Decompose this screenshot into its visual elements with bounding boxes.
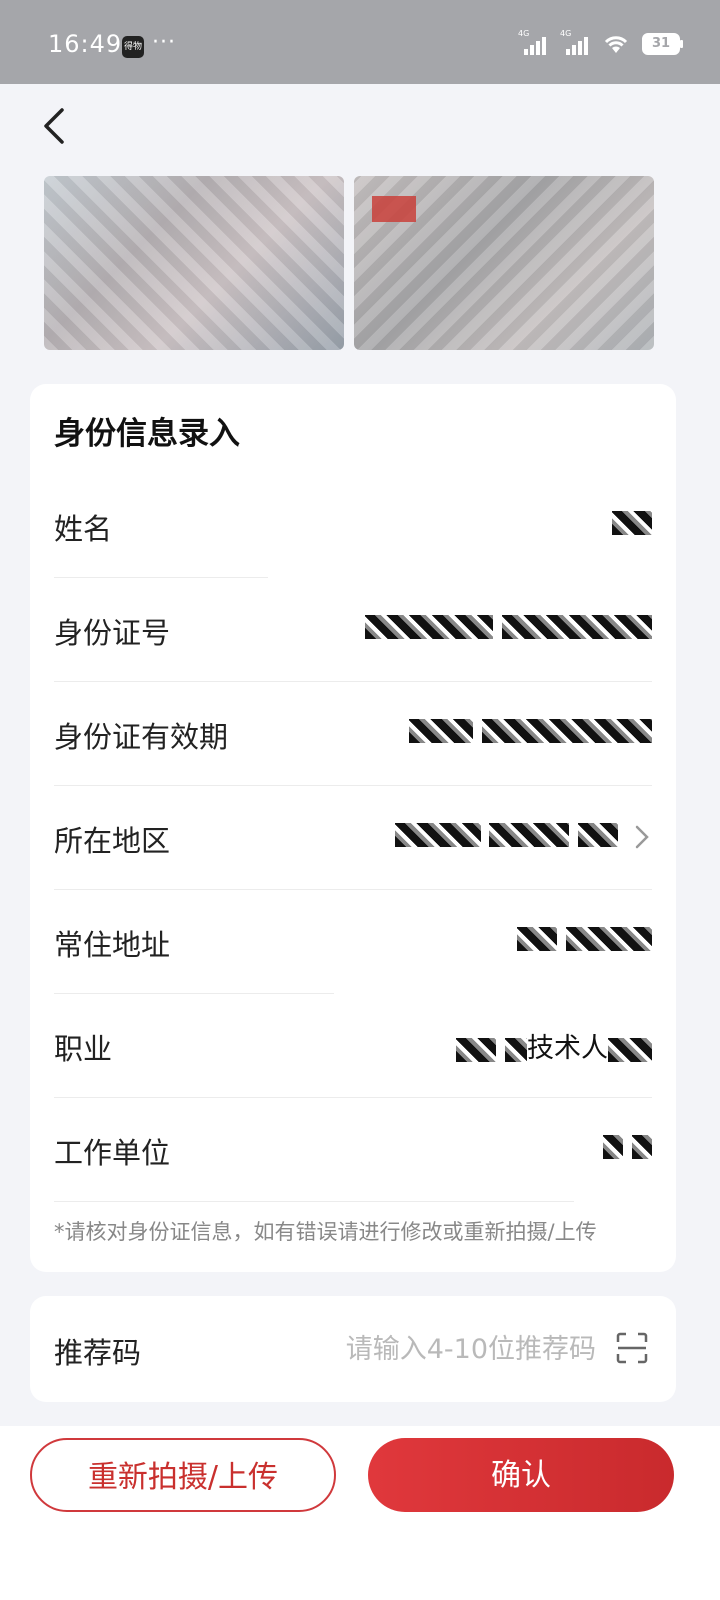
address-label: 常住地址 xyxy=(54,928,171,962)
employer-label: 工作单位 xyxy=(54,1136,171,1170)
form-row-id-validity[interactable]: 身份证有效期 xyxy=(54,682,652,786)
signal-icon: 4G xyxy=(518,29,548,55)
id-validity-label: 身份证有效期 xyxy=(54,720,229,754)
address-value[interactable] xyxy=(517,922,652,953)
form-row-occupation[interactable]: 职业 技术人 xyxy=(54,994,652,1098)
name-label: 姓名 xyxy=(54,512,113,546)
wifi-icon xyxy=(604,36,628,53)
region-value[interactable] xyxy=(394,818,618,849)
bottom-action-bar: 重新拍摄/上传 确认 xyxy=(0,1426,720,1600)
form-row-employer[interactable]: 工作单位 xyxy=(54,1098,652,1202)
status-indicators: 4G 4G 31 xyxy=(518,29,683,58)
occupation-value[interactable]: 技术人 xyxy=(456,1026,652,1065)
referral-card: 推荐码 xyxy=(30,1296,676,1402)
battery-icon: 31 xyxy=(642,33,683,55)
form-row-name[interactable]: 姓名 xyxy=(54,474,652,578)
more-notifications-icon: ··· xyxy=(152,30,176,55)
scan-icon[interactable] xyxy=(616,1332,648,1364)
referral-label: 推荐码 xyxy=(54,1336,142,1370)
id-card-front-image[interactable] xyxy=(44,176,344,350)
id-card-seal xyxy=(372,196,416,222)
name-value[interactable] xyxy=(612,506,652,537)
back-button[interactable] xyxy=(36,104,76,148)
chevron-right-icon xyxy=(635,825,649,849)
status-bar: 16:49 得物 ··· 4G 4G 31 xyxy=(0,0,720,84)
id-number-label: 身份证号 xyxy=(54,616,171,650)
verification-hint: *请核对身份证信息，如有错误请进行修改或重新拍摄/上传 xyxy=(54,1220,597,1244)
form-row-region[interactable]: 所在地区 xyxy=(54,786,652,890)
occupation-label: 职业 xyxy=(54,1032,113,1066)
confirm-button[interactable]: 确认 xyxy=(368,1438,674,1512)
id-card-back-image[interactable] xyxy=(354,176,654,350)
form-title: 身份信息录入 xyxy=(54,416,240,452)
divider xyxy=(54,1201,574,1202)
signal-icon: 4G xyxy=(560,29,590,55)
retake-upload-button[interactable]: 重新拍摄/上传 xyxy=(30,1438,336,1512)
status-time: 16:49 xyxy=(48,30,123,58)
region-label: 所在地区 xyxy=(54,824,171,858)
form-row-address[interactable]: 常住地址 xyxy=(54,890,652,994)
occupation-text: 技术人 xyxy=(527,1033,608,1064)
form-row-id-number[interactable]: 身份证号 xyxy=(54,578,652,682)
page-title xyxy=(260,108,460,148)
identity-form-card: 身份信息录入 姓名 身份证号 身份证有效期 所在地区 常住地址 职业 技术人 工… xyxy=(30,384,676,1272)
employer-value[interactable] xyxy=(603,1130,652,1161)
app-notification-icon: 得物 xyxy=(122,36,144,58)
id-validity-value[interactable] xyxy=(409,714,652,745)
id-number-value[interactable] xyxy=(365,610,652,641)
referral-code-input[interactable] xyxy=(294,1326,598,1372)
